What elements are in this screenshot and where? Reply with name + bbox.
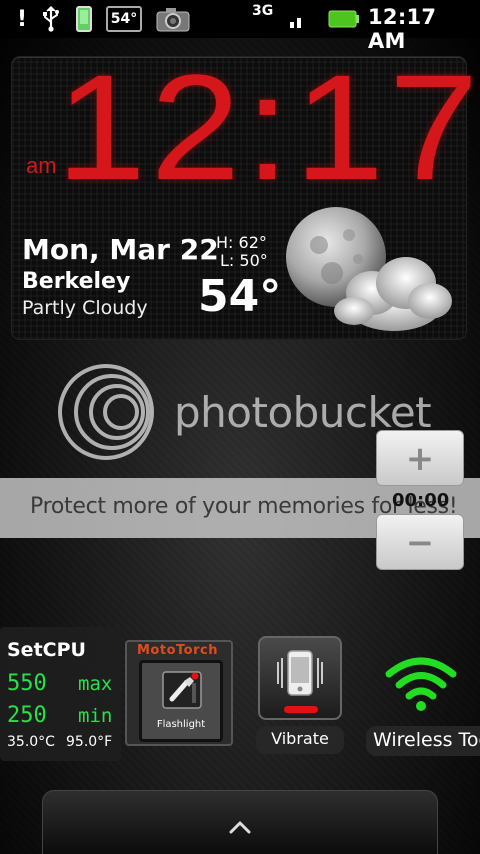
network-type: 3G [252,3,274,19]
vibrate-indicator [284,706,318,713]
photobucket-logo [56,362,156,462]
mototorch-title: MotoTorch [137,643,218,658]
weather-high: H: 62° [216,233,267,252]
weather-date: Mon, Mar 22 [22,233,219,266]
setcpu-title: SetCPU [7,639,86,661]
minus-icon: − [405,523,435,563]
phone-icon [76,4,92,34]
timer-plus-button[interactable]: + [376,430,464,486]
cpu-temp-celsius: 35.0°C [7,734,55,750]
cpu-max-label: max [78,673,113,695]
vibrate-toggle[interactable] [258,636,342,720]
cpu-max-value: 550 [7,671,47,696]
signal-icon [290,18,301,28]
plus-icon: + [405,439,435,479]
timer-value: 00:00 [392,490,450,511]
camera-icon [156,7,190,32]
cpu-temp-fahrenheit: 95.0°F [66,734,113,750]
vibrate-label-box: Vibrate [256,726,344,754]
vibrate-phone-icon [276,648,324,698]
chevron-up-icon [229,819,251,834]
mototorch-widget[interactable]: MotoTorch Flashlight [125,640,233,746]
cpu-min-value: 250 [7,703,47,728]
weather-city: Berkeley [22,269,131,294]
wifi-icon[interactable] [384,654,458,712]
app-drawer-handle[interactable] [42,790,438,854]
clock-time: 12:17 [56,43,480,211]
alert-icon: ! [16,6,28,32]
usb-icon [40,4,62,34]
flashlight-icon [162,671,202,709]
flashlight-button[interactable]: Flashlight [139,660,223,742]
moon-cloud-icon [274,207,454,339]
status-bar[interactable]: ! 54° 3G 12:17 AM [0,0,480,53]
weather-low: L: 50° [220,251,268,270]
wireless-label: Wireless Toggle [373,729,480,751]
clock-ampm: am [26,153,57,178]
weather-condition: Partly Cloudy [22,297,148,319]
weather-temperature: 54° [198,271,282,322]
battery-icon [328,10,360,28]
wireless-label-box: Wireless Toggle [366,726,480,756]
cpu-min-label: min [78,705,113,727]
timer-minus-button[interactable]: − [376,514,464,570]
clock-weather-widget[interactable]: 12:17 am Mon, Mar 22 Berkeley Partly Clo… [12,52,479,339]
temperature-badge: 54° [106,6,142,32]
setcpu-widget[interactable]: SetCPU 550 max 250 min 35.0°C 95.0°F [0,627,121,761]
vibrate-label: Vibrate [271,729,329,748]
flashlight-label: Flashlight [156,719,206,730]
